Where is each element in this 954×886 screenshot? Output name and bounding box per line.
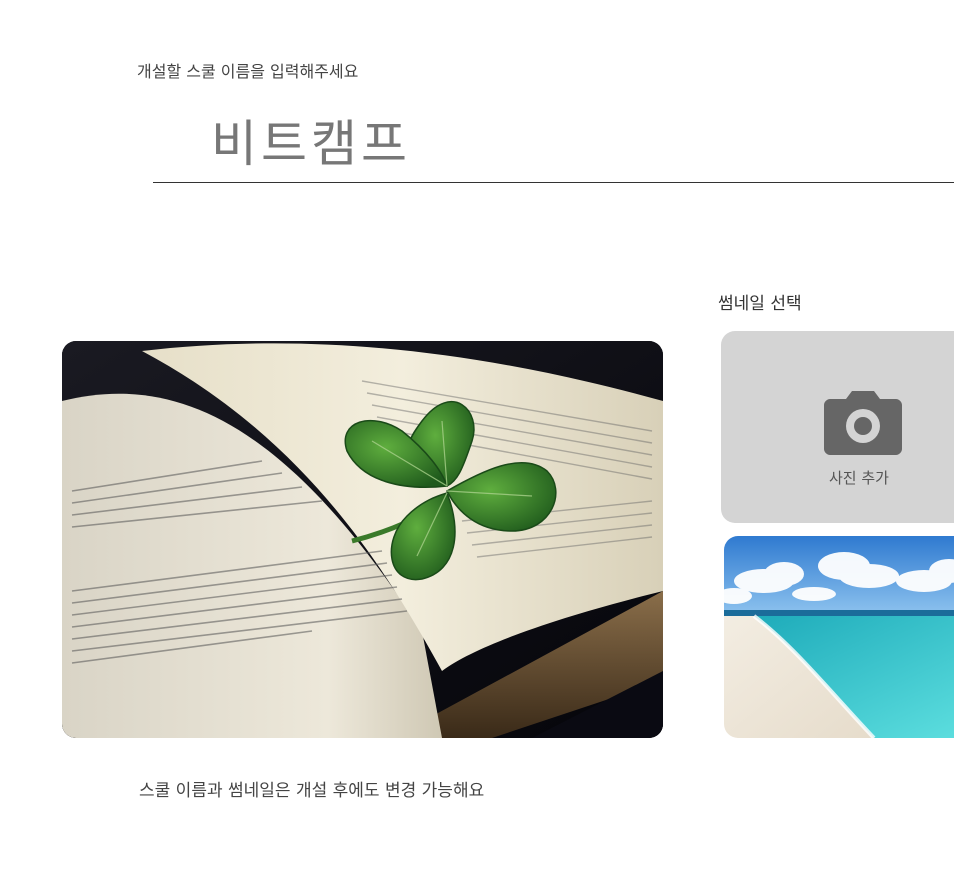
add-photo-button[interactable]: 사진 추가 [721, 331, 954, 523]
selected-thumbnail-preview [62, 341, 663, 738]
add-photo-label: 사진 추가 [829, 469, 889, 487]
footer-note: 스쿨 이름과 썸네일은 개설 후에도 변경 가능해요 [139, 781, 485, 801]
thumbnail-option-beach[interactable] [724, 536, 954, 738]
thumbnail-section-title: 썸네일 선택 [718, 294, 802, 314]
camera-icon [824, 391, 902, 455]
school-name-input[interactable] [211, 110, 791, 170]
school-name-field [153, 102, 954, 183]
beach-image [724, 536, 954, 738]
clover-book-image [62, 341, 663, 738]
school-name-prompt: 개설할 스쿨 이름을 입력해주세요 [137, 62, 359, 81]
